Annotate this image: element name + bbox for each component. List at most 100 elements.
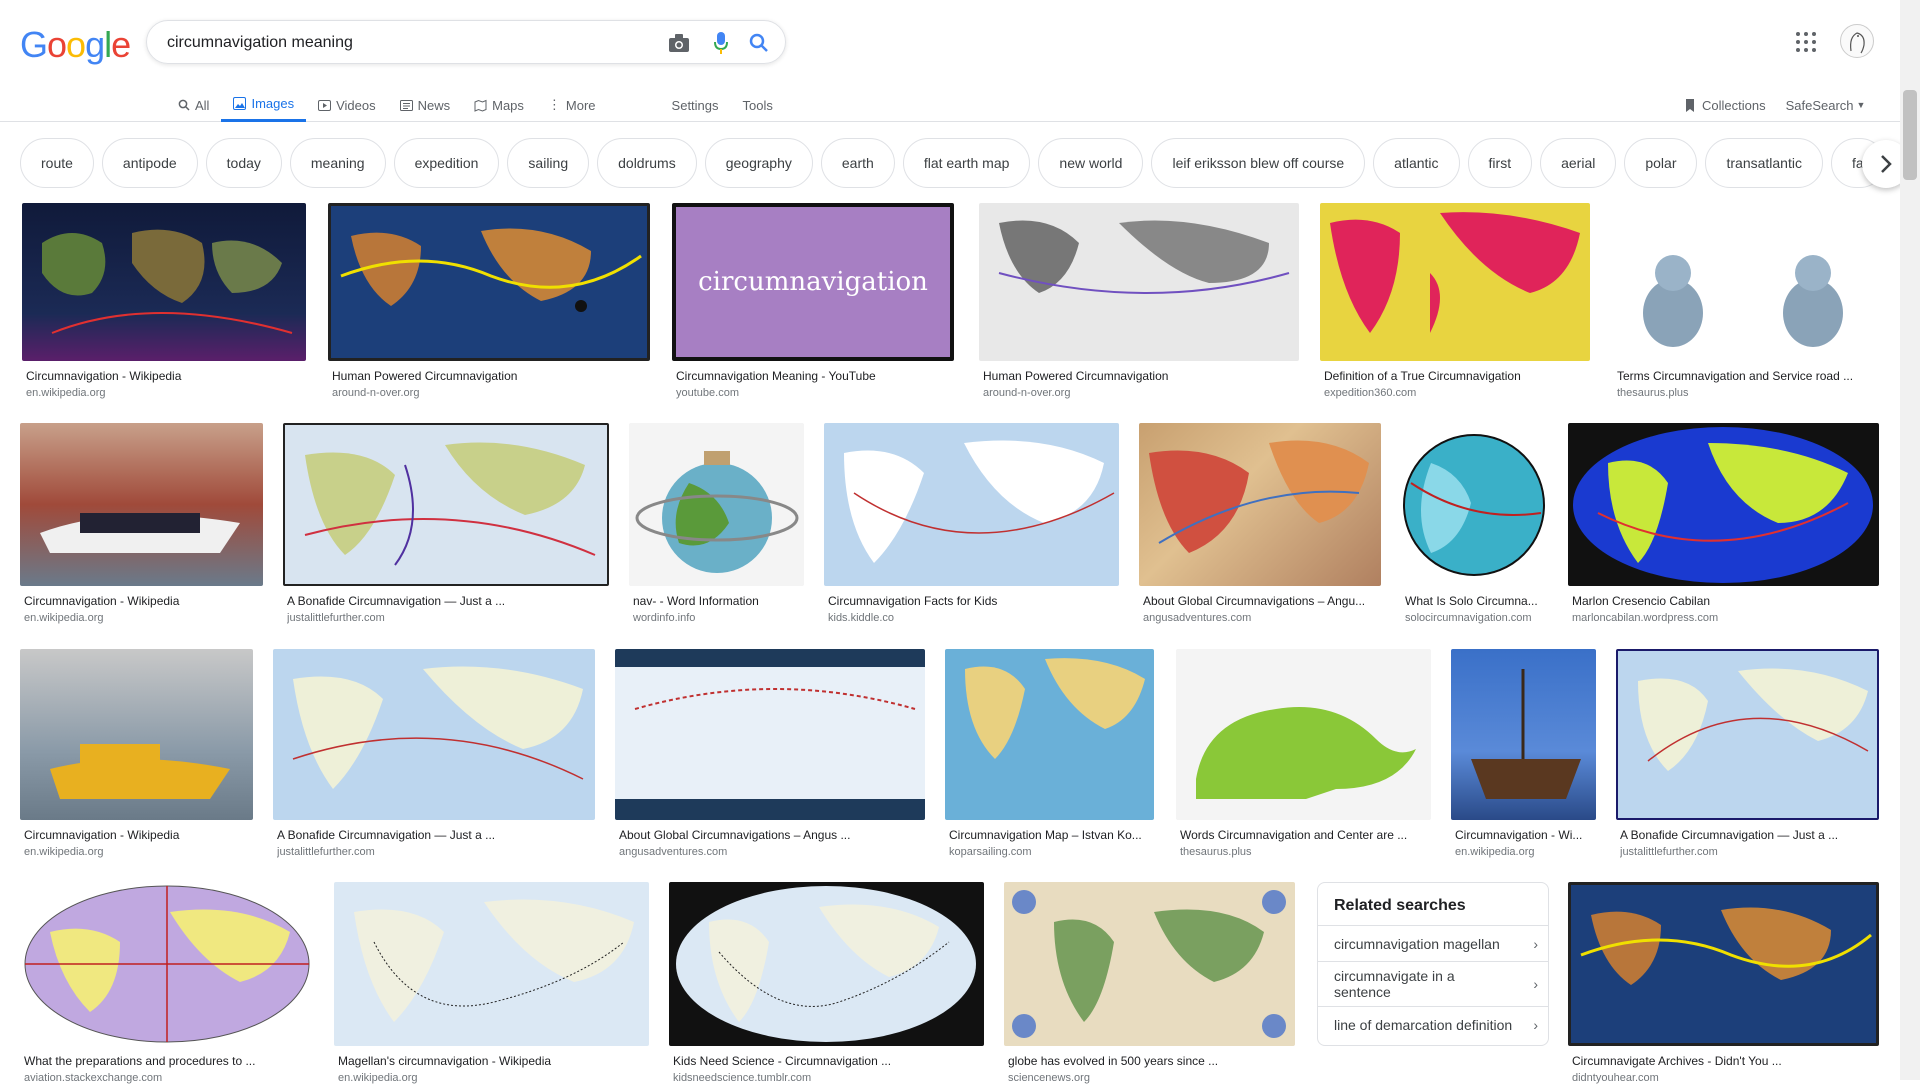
image-result[interactable]: Circumnavigation Map – Istvan Ko... kopa…: [945, 649, 1154, 858]
result-source: en.wikipedia.org: [24, 612, 104, 624]
related-search-label: line of demarcation definition: [1334, 1016, 1513, 1033]
result-thumbnail[interactable]: [1139, 423, 1381, 586]
chip[interactable]: aerial: [1540, 138, 1617, 188]
chip[interactable]: polar: [1624, 138, 1698, 188]
result-thumbnail[interactable]: [1004, 882, 1295, 1046]
result-title: Terms Circumnavigation and Service road …: [1617, 369, 1854, 383]
result-thumbnail[interactable]: [1616, 649, 1879, 820]
result-thumbnail[interactable]: [1568, 882, 1879, 1046]
image-result[interactable]: Words Circumnavigation and Center are ..…: [1176, 649, 1431, 858]
scrollbar-thumb[interactable]: [1903, 90, 1917, 180]
chip[interactable]: antipode: [101, 138, 198, 188]
avatar[interactable]: [1840, 24, 1874, 58]
result-thumbnail[interactable]: [1613, 203, 1879, 361]
related-search-item[interactable]: circumnavigate in a sentence ›: [1318, 961, 1548, 1006]
image-result[interactable]: A Bonafide Circumnavigation — Just a ...…: [1616, 649, 1879, 858]
collections-link[interactable]: Collections: [1684, 98, 1766, 113]
chip[interactable]: doldrums: [597, 138, 697, 188]
result-source: around-n-over.org: [983, 387, 1071, 399]
image-result[interactable]: Circumnavigation Facts for Kids kids.kid…: [824, 423, 1119, 624]
image-result[interactable]: Human Powered Circumnavigation around-n-…: [328, 203, 650, 399]
image-result[interactable]: Marlon Cresencio Cabilan marloncabilan.w…: [1568, 423, 1879, 624]
result-thumbnail[interactable]: [1568, 423, 1879, 586]
result-thumbnail[interactable]: [824, 423, 1119, 586]
search-icon[interactable]: [747, 31, 771, 55]
chip[interactable]: leif eriksson blew off course: [1151, 138, 1366, 188]
result-thumbnail[interactable]: [283, 423, 609, 586]
image-result[interactable]: A Bonafide Circumnavigation — Just a ...…: [273, 649, 595, 858]
result-thumbnail[interactable]: [22, 203, 306, 361]
chip[interactable]: transatlantic: [1705, 138, 1823, 188]
result-thumbnail[interactable]: [979, 203, 1299, 361]
settings-label: Settings: [671, 97, 719, 113]
result-thumbnail[interactable]: [615, 649, 925, 820]
image-result[interactable]: Magellan's circumnavigation - Wikipedia …: [334, 882, 649, 1084]
result-thumbnail[interactable]: [1401, 423, 1548, 586]
camera-icon[interactable]: [667, 31, 691, 55]
tab-videos[interactable]: Videos: [306, 88, 388, 122]
tab-images[interactable]: Images: [221, 88, 307, 122]
image-result[interactable]: Terms Circumnavigation and Service road …: [1613, 203, 1879, 399]
search-input[interactable]: [167, 31, 647, 55]
result-thumbnail[interactable]: [20, 882, 314, 1046]
result-thumbnail[interactable]: [328, 203, 650, 361]
image-result[interactable]: Circumnavigation - Wikipedia en.wikipedi…: [22, 203, 306, 399]
chip[interactable]: sailing: [507, 138, 590, 188]
search-box[interactable]: [146, 20, 786, 64]
tab-news[interactable]: News: [388, 88, 463, 122]
image-result[interactable]: Definition of a True Circumnavigation ex…: [1320, 203, 1590, 399]
result-thumbnail[interactable]: [945, 649, 1154, 820]
result-thumbnail[interactable]: [1451, 649, 1596, 820]
image-result[interactable]: nav- - Word Information wordinfo.info: [629, 423, 804, 624]
chip[interactable]: atlantic: [1373, 138, 1460, 188]
image-result[interactable]: What the preparations and procedures to …: [20, 882, 314, 1084]
result-source: justalittlefurther.com: [277, 846, 375, 858]
chip[interactable]: earth: [820, 138, 895, 188]
result-thumbnail[interactable]: [20, 649, 253, 820]
image-result[interactable]: Human Powered Circumnavigation around-n-…: [979, 203, 1299, 399]
settings-link[interactable]: Settings: [660, 88, 731, 122]
chip[interactable]: flat earth map: [902, 138, 1031, 188]
tab-label: Maps: [492, 97, 524, 113]
result-thumbnail[interactable]: [629, 423, 804, 586]
tab-more[interactable]: ⋮ More: [536, 88, 608, 122]
image-result[interactable]: Circumnavigate Archives - Didn't You ...…: [1568, 882, 1879, 1084]
image-result[interactable]: Circumnavigation - Wi... en.wikipedia.or…: [1451, 649, 1596, 858]
result-thumbnail[interactable]: [1320, 203, 1590, 361]
google-logo[interactable]: Google: [20, 24, 131, 66]
apps-grid-icon[interactable]: [1796, 32, 1816, 52]
chip[interactable]: route: [20, 138, 94, 188]
tab-all[interactable]: All: [166, 88, 221, 122]
tools-link[interactable]: Tools: [731, 88, 785, 122]
result-thumbnail[interactable]: [669, 882, 984, 1046]
related-search-item[interactable]: circumnavigation magellan ›: [1318, 925, 1548, 961]
result-thumbnail[interactable]: [20, 423, 263, 586]
chip[interactable]: new world: [1038, 138, 1144, 188]
microphone-icon[interactable]: [709, 31, 733, 55]
tab-maps[interactable]: Maps: [462, 88, 536, 122]
image-result[interactable]: Kids Need Science - Circumnavigation ...…: [669, 882, 984, 1084]
chip[interactable]: today: [205, 138, 282, 188]
chip[interactable]: expedition: [393, 138, 500, 188]
collections-label: Collections: [1702, 97, 1766, 113]
result-title: Marlon Cresencio Cabilan: [1572, 594, 1711, 608]
image-result[interactable]: globe has evolved in 500 years since ...…: [1004, 882, 1295, 1084]
image-result[interactable]: About Global Circumnavigations – Angus .…: [615, 649, 925, 858]
safesearch-dropdown[interactable]: SafeSearch ▼: [1786, 98, 1866, 113]
image-result[interactable]: About Global Circumnavigations – Angu...…: [1139, 423, 1381, 624]
image-result[interactable]: circumnavigation Circumnavigation Meanin…: [672, 203, 954, 399]
result-thumbnail[interactable]: [273, 649, 595, 820]
image-result[interactable]: A Bonafide Circumnavigation — Just a ...…: [283, 423, 609, 624]
chip[interactable]: first: [1467, 138, 1533, 188]
image-result[interactable]: Circumnavigation - Wikipedia en.wikipedi…: [20, 423, 263, 624]
result-thumbnail[interactable]: [1176, 649, 1431, 820]
chip[interactable]: meaning: [289, 138, 386, 188]
image-result[interactable]: Circumnavigation - Wikipedia en.wikipedi…: [20, 649, 253, 858]
related-search-item[interactable]: line of demarcation definition ›: [1318, 1006, 1548, 1042]
related-chips: route antipode today meaning expedition …: [20, 138, 1884, 188]
result-thumbnail[interactable]: circumnavigation: [672, 203, 954, 361]
chip[interactable]: geography: [704, 138, 813, 188]
result-title: nav- - Word Information: [633, 594, 759, 608]
result-thumbnail[interactable]: [334, 882, 649, 1046]
image-result[interactable]: What Is Solo Circumna... solocircumnavig…: [1401, 423, 1548, 624]
